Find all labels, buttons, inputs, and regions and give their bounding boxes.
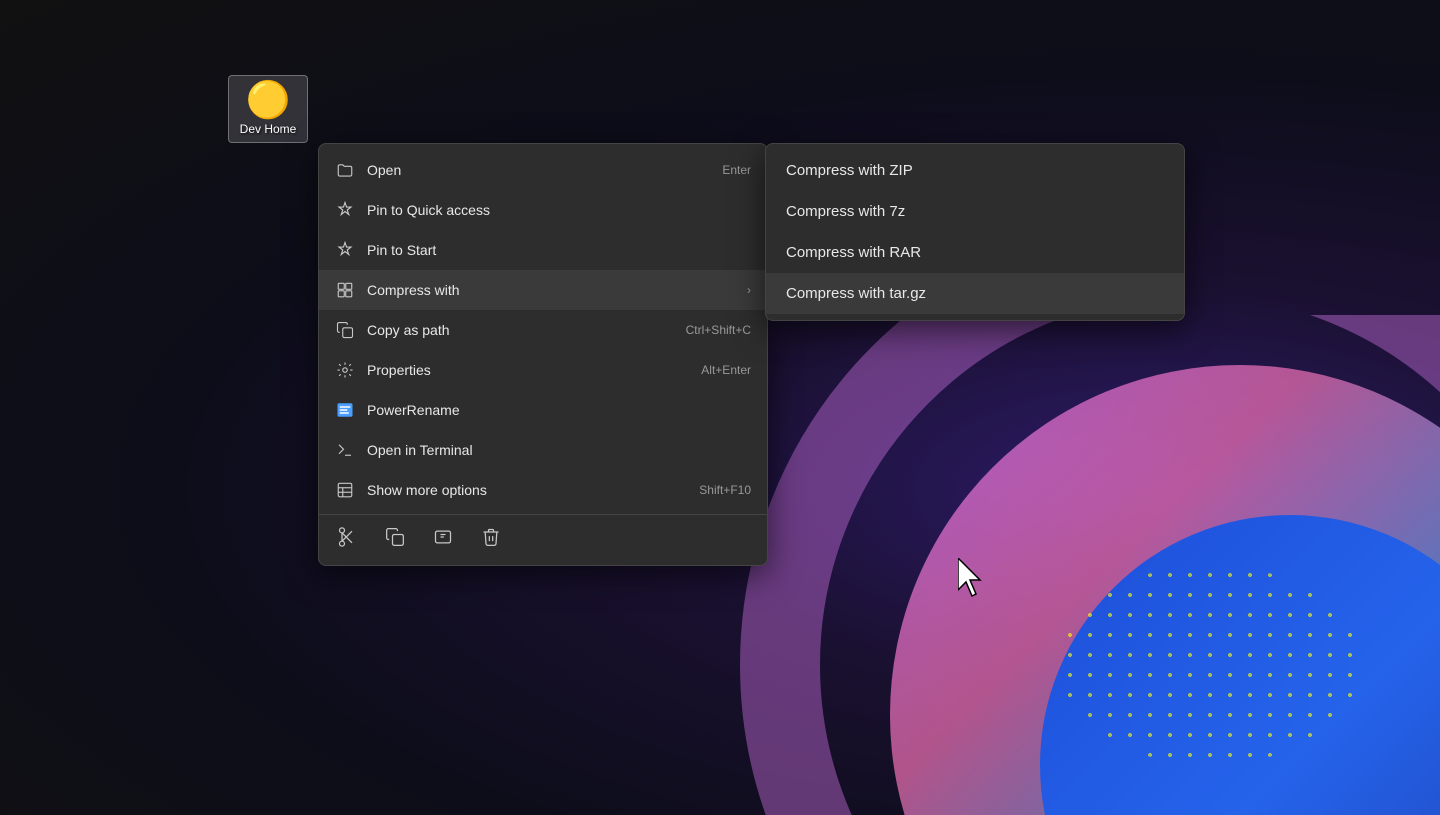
submenu-item-7z-label: Compress with 7z xyxy=(786,203,905,220)
menu-item-show-more-shortcut: Shift+F10 xyxy=(699,483,751,497)
menu-item-pin-start[interactable]: Pin to Start xyxy=(319,230,767,270)
delete-button[interactable] xyxy=(479,525,503,549)
decorative-arcs xyxy=(740,315,1440,815)
open-icon xyxy=(335,160,355,180)
menu-item-show-more[interactable]: Show more options Shift+F10 xyxy=(319,470,767,510)
submenu-item-zip[interactable]: Compress with ZIP xyxy=(766,150,1184,191)
properties-icon xyxy=(335,360,355,380)
menu-item-pin-quick[interactable]: Pin to Quick access xyxy=(319,190,767,230)
submenu-item-7z[interactable]: Compress with 7z xyxy=(766,191,1184,232)
menu-item-open-terminal-label: Open in Terminal xyxy=(367,442,751,458)
compress-icon xyxy=(335,280,355,300)
pin-quick-icon xyxy=(335,200,355,220)
rename-button[interactable] xyxy=(431,525,455,549)
menu-item-copy-path[interactable]: Copy as path Ctrl+Shift+C xyxy=(319,310,767,350)
menu-item-properties[interactable]: Properties Alt+Enter xyxy=(319,350,767,390)
submenu-item-targz-label: Compress with tar.gz xyxy=(786,285,926,302)
desktop-icon-dev-home[interactable]: 🟡 Dev Home xyxy=(228,75,308,143)
menu-item-copy-path-shortcut: Ctrl+Shift+C xyxy=(686,323,751,337)
cut-button[interactable] xyxy=(335,525,359,549)
menu-item-open[interactable]: Open Enter xyxy=(319,150,767,190)
submenu-arrow-icon: › xyxy=(747,283,751,297)
folder-icon: 🟡 xyxy=(246,82,291,118)
submenu-item-rar[interactable]: Compress with RAR xyxy=(766,232,1184,273)
submenu-item-zip-label: Compress with ZIP xyxy=(786,162,913,179)
power-rename-icon xyxy=(335,400,355,420)
menu-item-properties-shortcut: Alt+Enter xyxy=(701,363,751,377)
menu-item-properties-label: Properties xyxy=(367,362,689,378)
menu-item-open-shortcut: Enter xyxy=(722,163,751,177)
submenu-item-rar-label: Compress with RAR xyxy=(786,244,921,261)
compress-submenu: Compress with ZIP Compress with 7z Compr… xyxy=(765,143,1185,321)
menu-item-compress[interactable]: Compress with › xyxy=(319,270,767,310)
context-menu-toolbar xyxy=(319,514,767,559)
menu-item-show-more-label: Show more options xyxy=(367,482,687,498)
menu-item-pin-quick-label: Pin to Quick access xyxy=(367,202,751,218)
menu-item-open-label: Open xyxy=(367,162,710,178)
copy-button[interactable] xyxy=(383,525,407,549)
menu-item-power-rename-label: PowerRename xyxy=(367,402,751,418)
menu-item-pin-start-label: Pin to Start xyxy=(367,242,751,258)
show-more-icon xyxy=(335,480,355,500)
copy-path-icon xyxy=(335,320,355,340)
menu-item-copy-path-label: Copy as path xyxy=(367,322,674,338)
open-terminal-icon xyxy=(335,440,355,460)
menu-item-power-rename[interactable]: PowerRename xyxy=(319,390,767,430)
menu-item-compress-label: Compress with xyxy=(367,282,727,298)
submenu-item-targz[interactable]: Compress with tar.gz xyxy=(766,273,1184,314)
context-menu: Open Enter Pin to Quick access Pin to St… xyxy=(318,143,768,566)
menu-item-open-terminal[interactable]: Open in Terminal xyxy=(319,430,767,470)
desktop-icon-label: Dev Home xyxy=(240,122,297,136)
pin-start-icon xyxy=(335,240,355,260)
